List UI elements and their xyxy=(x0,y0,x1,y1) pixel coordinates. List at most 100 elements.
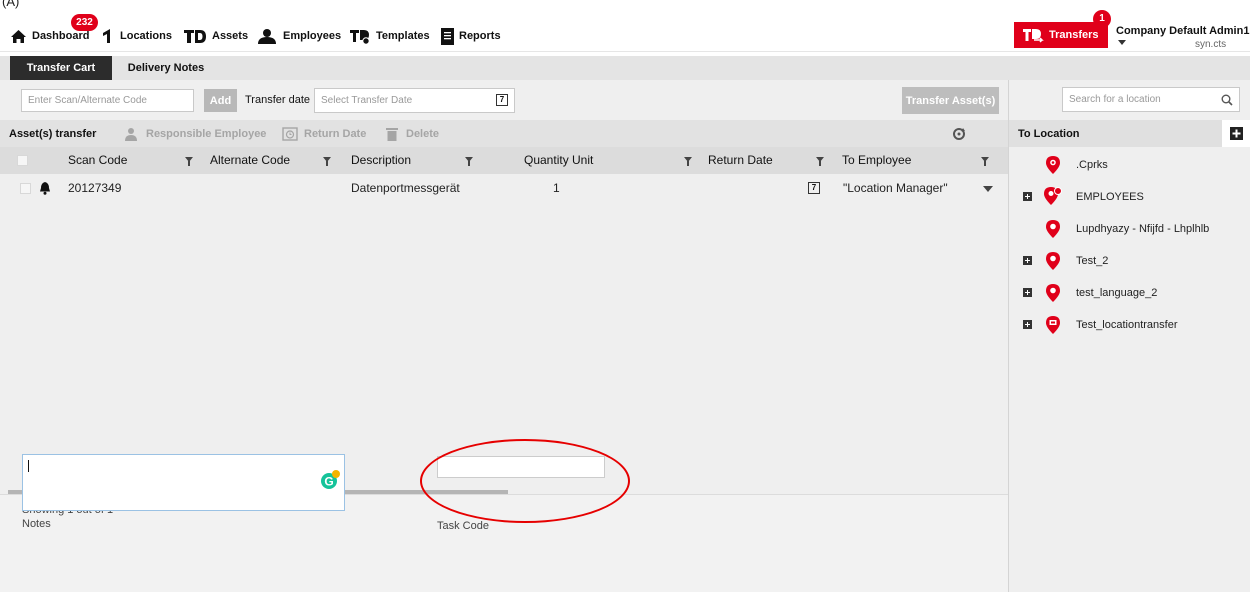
transfer-assets-button[interactable]: Transfer Asset(s) xyxy=(902,87,999,114)
tab-transfer-cart[interactable]: Transfer Cart xyxy=(10,56,112,80)
to-location-title: To Location xyxy=(1018,128,1080,140)
templates-icon xyxy=(350,29,370,45)
locations-icon xyxy=(103,29,110,43)
search-icon[interactable] xyxy=(1221,94,1233,106)
company-menu[interactable]: Company Default Admin1 xyxy=(1116,25,1250,49)
nav-templates[interactable]: Templates xyxy=(349,20,430,52)
location-search-input[interactable]: Search for a location xyxy=(1062,87,1240,112)
return-date-label: Return Date xyxy=(304,127,367,140)
table-row[interactable]: 20127349 Datenportmessgerät 1 7 "Locatio… xyxy=(0,174,1008,202)
delete-button[interactable]: Delete xyxy=(386,120,439,147)
return-date-calendar-icon[interactable]: 7 xyxy=(808,182,820,194)
location-label: Lupdhyazy - Nfijfd - Lhplhlb xyxy=(1076,223,1210,235)
row-checkbox[interactable] xyxy=(20,183,31,194)
scan-code-input[interactable]: Enter Scan/Alternate Code xyxy=(21,89,194,112)
transfers-badge: 1 xyxy=(1093,10,1111,28)
filter-return-date-icon[interactable] xyxy=(816,157,824,166)
nav-reports[interactable]: Reports xyxy=(441,20,501,52)
refresh-icon[interactable] xyxy=(952,127,966,141)
notes-textarea[interactable]: G xyxy=(22,454,345,511)
caret-down-icon xyxy=(1118,40,1126,45)
select-all-checkbox[interactable] xyxy=(17,155,28,166)
nav-employees[interactable]: Employees xyxy=(256,20,341,52)
location-item[interactable]: EMPLOYEES xyxy=(1009,181,1250,213)
dropdown-arrow-icon[interactable] xyxy=(983,186,993,192)
assets-icon xyxy=(184,30,206,43)
nav-employees-label: Employees xyxy=(283,30,342,42)
home-icon xyxy=(11,29,26,43)
transfer-date-placeholder: Select Transfer Date xyxy=(321,95,413,106)
company-name: Company Default Admin1 xyxy=(1116,25,1250,37)
nav-locations-label: Locations xyxy=(120,30,172,42)
dashboard-badge: 232 xyxy=(71,14,98,31)
location-item[interactable]: Test_2 xyxy=(1009,245,1250,277)
grid-toolbar: Asset(s) transfer Responsible Employee R… xyxy=(0,120,1008,147)
transfer-pin-icon xyxy=(1046,316,1060,334)
svg-text:G: G xyxy=(324,475,333,489)
cell-description: Datenportmessgerät xyxy=(351,181,460,195)
location-item[interactable]: Test_locationtransfer xyxy=(1009,309,1250,341)
calendar-day: 7 xyxy=(499,95,505,104)
tab-bar: Transfer Cart Delivery Notes xyxy=(0,56,1250,80)
col-quantity[interactable]: Quantity xyxy=(524,147,569,174)
filter-unit-icon[interactable] xyxy=(684,157,692,166)
location-pin-icon xyxy=(1046,284,1060,302)
col-unit[interactable]: Unit xyxy=(572,147,593,174)
trash-icon xyxy=(386,127,398,141)
col-return-date[interactable]: Return Date xyxy=(708,147,773,174)
plus-icon xyxy=(1230,127,1243,140)
return-date-calendar-day: 7 xyxy=(811,183,817,192)
col-description[interactable]: Description xyxy=(351,147,411,174)
filter-alternate-code-icon[interactable] xyxy=(323,157,331,166)
person-icon xyxy=(125,127,137,141)
tab-delivery-notes[interactable]: Delivery Notes xyxy=(126,56,206,80)
add-location-button[interactable] xyxy=(1222,120,1250,147)
location-pin-icon xyxy=(1046,156,1060,174)
text-cursor xyxy=(28,460,29,472)
employees-icon xyxy=(258,29,276,44)
task-code-label: Task Code xyxy=(437,520,489,532)
notes-label: Notes xyxy=(22,518,51,530)
filter-description-icon[interactable] xyxy=(465,157,473,166)
location-label: Test_2 xyxy=(1076,255,1109,267)
responsible-employee-button[interactable]: Responsible Employee xyxy=(124,120,266,147)
nav-templates-label: Templates xyxy=(376,30,430,42)
col-to-employee[interactable]: To Employee xyxy=(842,147,911,174)
nav-assets[interactable]: Assets xyxy=(183,20,248,52)
company-subtitle: syn.cts xyxy=(1195,39,1227,50)
delete-label: Delete xyxy=(406,127,440,140)
location-item[interactable]: .Cprks xyxy=(1009,149,1250,181)
calendar-clock-icon xyxy=(282,127,298,141)
location-pin-icon xyxy=(1046,252,1060,270)
employees-pin-icon xyxy=(1044,187,1062,205)
return-date-button[interactable]: Return Date xyxy=(282,120,366,147)
corner-label: (A) xyxy=(2,0,20,9)
transfers-label: Transfers xyxy=(1049,29,1099,41)
col-alternate-code[interactable]: Alternate Code xyxy=(210,147,290,174)
location-item[interactable]: Lupdhyazy - Nfijfd - Lhplhlb xyxy=(1009,213,1250,245)
nav-dashboard-label: Dashboard xyxy=(32,30,90,42)
location-label: .Cprks xyxy=(1076,159,1108,171)
transfer-date-input[interactable]: Select Transfer Date 7 xyxy=(314,88,515,113)
grammarly-icon[interactable]: G xyxy=(319,469,341,491)
transfers-icon xyxy=(1023,29,1044,43)
expand-icon[interactable] xyxy=(1023,192,1032,201)
expand-icon[interactable] xyxy=(1023,320,1032,329)
col-scan-code[interactable]: Scan Code xyxy=(68,147,127,174)
location-search-placeholder: Search for a location xyxy=(1069,94,1161,105)
filter-to-employee-icon[interactable] xyxy=(981,157,989,166)
to-location-header: To Location xyxy=(1009,120,1250,147)
nav-assets-label: Assets xyxy=(212,30,249,42)
bell-icon[interactable] xyxy=(39,182,51,195)
calendar-icon[interactable]: 7 xyxy=(496,94,508,106)
expand-icon[interactable] xyxy=(1023,288,1032,297)
nav-locations[interactable]: Locations xyxy=(101,20,172,52)
grid-header: Scan Code Alternate Code Description Qua… xyxy=(0,147,1008,174)
expand-icon[interactable] xyxy=(1023,256,1032,265)
reports-icon xyxy=(441,27,454,45)
location-pin-icon xyxy=(1046,220,1060,238)
add-button[interactable]: Add xyxy=(204,89,237,112)
location-item[interactable]: test_language_2 xyxy=(1009,277,1250,309)
transfers-button[interactable]: Transfers xyxy=(1014,22,1108,48)
filter-scan-code-icon[interactable] xyxy=(185,157,193,166)
